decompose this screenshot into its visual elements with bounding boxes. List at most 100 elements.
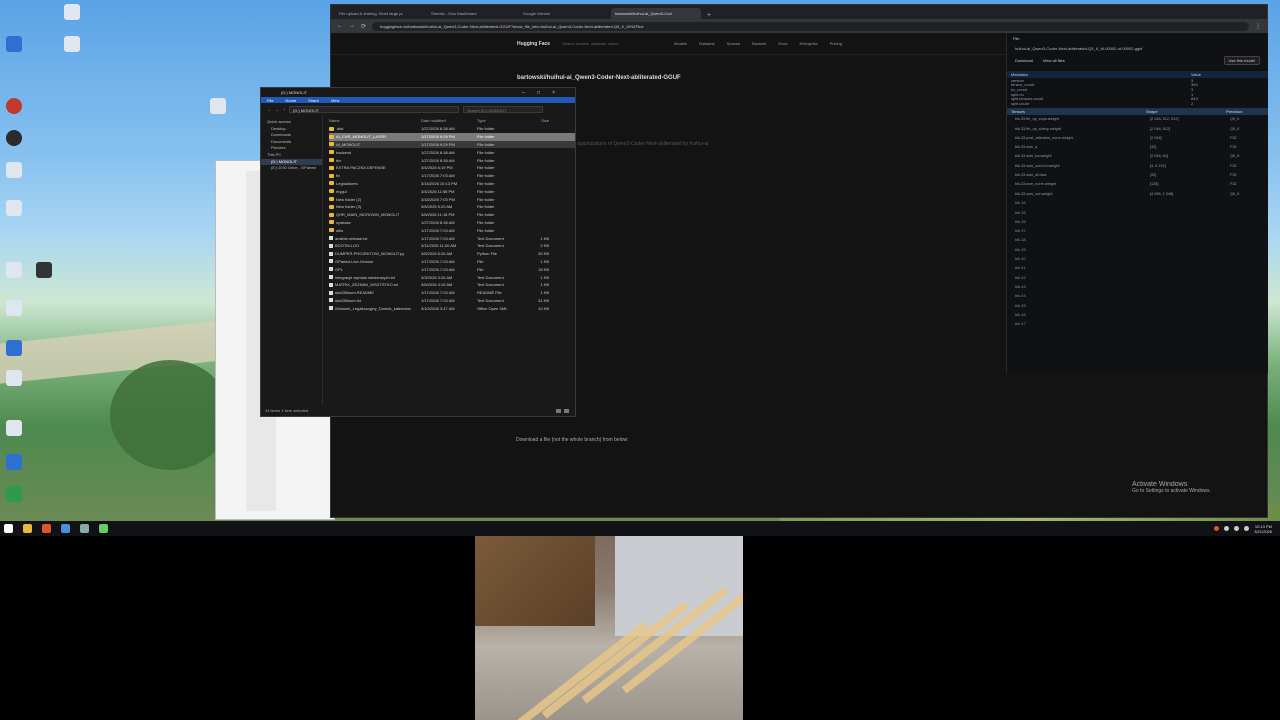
close-icon[interactable]: × bbox=[552, 90, 555, 96]
browser-tab[interactable]: Google Gemini bbox=[519, 8, 609, 19]
desktop-icon[interactable] bbox=[30, 262, 58, 278]
desktop-icon[interactable] bbox=[0, 200, 28, 216]
nav-item[interactable]: Documents bbox=[261, 139, 322, 146]
desktop-icon[interactable] bbox=[58, 36, 86, 52]
forward-icon[interactable]: → bbox=[275, 107, 279, 112]
network-icon[interactable] bbox=[1234, 526, 1240, 531]
file-row[interactable]: DUMPER-PROJEKTOW_MONOLIT.py 3/8/2026 6:26… bbox=[329, 250, 575, 258]
folder-row[interactable]: QHR_MAIN_INCROWN_MONOLIT 3/8/2026 11:16 P… bbox=[329, 211, 575, 219]
site-search-input[interactable]: Search models, datasets, users... bbox=[562, 41, 662, 46]
app2-icon[interactable] bbox=[99, 524, 108, 533]
reload-icon[interactable]: ⟳ bbox=[361, 23, 366, 30]
desktop-icon[interactable] bbox=[0, 36, 28, 52]
block-item[interactable]: blk.36 bbox=[1007, 217, 1268, 226]
address-field[interactable]: (D:) MONOLIT bbox=[289, 105, 459, 113]
nav-item[interactable]: Pictures bbox=[261, 145, 322, 152]
clock[interactable]: 10:13 PM 3/21/2026 bbox=[1254, 524, 1272, 534]
start-icon[interactable] bbox=[4, 524, 13, 533]
desktop-icon[interactable] bbox=[58, 4, 86, 20]
view-toggle[interactable] bbox=[556, 409, 569, 413]
up-icon[interactable]: ↑ bbox=[283, 107, 285, 112]
block-item[interactable]: blk.41 bbox=[1007, 263, 1268, 272]
desktop-icon[interactable] bbox=[0, 454, 28, 470]
browser-tab[interactable]: File upload & sharing. Send large pr bbox=[335, 8, 425, 19]
back-icon[interactable]: ← bbox=[337, 23, 343, 29]
repo-title[interactable]: bartowski/huihui-ai_Qwen3-Coder-Next-abl… bbox=[517, 75, 681, 81]
forward-icon[interactable]: → bbox=[349, 23, 355, 29]
folder-row[interactable]: .dist 1/27/2026 8:38 AM File folder bbox=[329, 125, 575, 133]
nav-item[interactable]: (E:) DVD Drive - GParted bbox=[261, 165, 322, 172]
block-item[interactable]: blk.42 bbox=[1007, 273, 1268, 282]
desktop-icon[interactable] bbox=[0, 130, 28, 146]
block-item[interactable]: blk.40 bbox=[1007, 254, 1268, 263]
ribbon-view[interactable]: View bbox=[331, 98, 340, 103]
folder-row[interactable]: mygui 3/4/2026 11:56 PM File folder bbox=[329, 187, 575, 195]
column-type[interactable]: Type bbox=[477, 118, 521, 123]
block-item[interactable]: blk.39 bbox=[1007, 245, 1268, 254]
site-nav-docs[interactable]: Docs bbox=[778, 41, 787, 46]
block-item[interactable]: blk.37 bbox=[1007, 226, 1268, 235]
app-icon[interactable] bbox=[80, 524, 89, 533]
block-item[interactable]: blk.43 bbox=[1007, 282, 1268, 291]
browser-tab-active[interactable]: bartowski/huihui-ai_Qwen3-Cod bbox=[611, 8, 701, 19]
column-name[interactable]: Name bbox=[329, 118, 421, 123]
use-model-button[interactable]: Use this model bbox=[1223, 56, 1260, 65]
nav-item[interactable]: Desktop bbox=[261, 126, 322, 133]
folder-row[interactable]: New folder (3) 3/6/2026 5:20 AM File folde… bbox=[329, 203, 575, 211]
brave-icon[interactable] bbox=[42, 524, 51, 533]
file-row[interactable]: BOOTM.LOG 3/11/2026 11:00 AM Text Document… bbox=[329, 242, 575, 250]
desktop-icon[interactable] bbox=[0, 486, 28, 502]
minimize-icon[interactable]: – bbox=[522, 90, 525, 96]
column-date[interactable]: Date modified bbox=[421, 118, 477, 123]
folder-row[interactable]: AI_MONOLIT 1/17/2026 9:29 PM File folder bbox=[329, 140, 575, 149]
file-row[interactable]: GParted-Live-Version 1/17/2026 7:03 AM Fil… bbox=[329, 258, 575, 266]
site-nav-pricing[interactable]: Pricing bbox=[830, 41, 842, 46]
site-logo[interactable]: Hugging Face bbox=[517, 41, 550, 47]
download-button[interactable]: Download bbox=[1015, 58, 1033, 63]
file-row[interactable]: GPL 1/17/2026 7:03 AM File 18 KB bbox=[329, 265, 575, 273]
url-field[interactable]: huggingface.co/bartowski/huihui-ai_Qwen3… bbox=[372, 21, 1249, 31]
site-nav-spaces[interactable]: Spaces bbox=[727, 41, 740, 46]
search-input[interactable]: Search (D:) MONOLIT bbox=[463, 105, 543, 113]
extensions-icon[interactable]: ⋮ bbox=[1255, 23, 1261, 30]
explorer-icon[interactable] bbox=[23, 524, 32, 533]
folder-row[interactable]: bin 1/27/2026 8:38 AM File folder bbox=[329, 156, 575, 164]
block-item[interactable]: blk.45 bbox=[1007, 301, 1268, 310]
ribbon-share[interactable]: Share bbox=[308, 98, 319, 103]
desktop-icon[interactable] bbox=[0, 98, 28, 114]
file-row[interactable]: Wniosek_Legalizacyjny_Domek_kalendarz 3/1… bbox=[329, 304, 575, 312]
column-size[interactable]: Size bbox=[521, 118, 549, 123]
folder-row[interactable]: sysbase 1/27/2026 8:38 AM File folder bbox=[329, 219, 575, 227]
folder-row[interactable]: backend 1/27/2026 8:38 AM File folder bbox=[329, 148, 575, 156]
tray-icon[interactable] bbox=[1214, 526, 1220, 531]
block-item[interactable]: blk.38 bbox=[1007, 235, 1268, 244]
folder-row[interactable]: utils 1/17/2026 7:03 AM File folder bbox=[329, 226, 575, 234]
desktop-icon[interactable] bbox=[0, 262, 28, 278]
file-row[interactable]: integracje wymian wiedzowych.txt 3/3/2026… bbox=[329, 273, 575, 281]
site-nav-models[interactable]: Models bbox=[674, 41, 687, 46]
new-tab-icon[interactable]: + bbox=[707, 12, 711, 19]
block-item[interactable]: blk.44 bbox=[1007, 291, 1268, 300]
view-files-button[interactable]: View all files bbox=[1043, 58, 1065, 63]
nav-item[interactable]: This PC bbox=[261, 152, 322, 159]
desktop-icon[interactable] bbox=[0, 370, 28, 386]
nav-item[interactable]: Quick access bbox=[261, 119, 322, 126]
file-row[interactable]: sha256sum.README 1/17/2026 7:03 AM README … bbox=[329, 289, 575, 297]
block-item[interactable]: blk.35 bbox=[1007, 208, 1268, 217]
tiles-view-icon[interactable] bbox=[564, 409, 569, 413]
tray-icon[interactable] bbox=[1224, 526, 1230, 531]
file-row[interactable]: MATRIX_ZEZNAN_WSZYSTKO.txt 3/6/2026 4:19 … bbox=[329, 281, 575, 289]
desktop-icon[interactable] bbox=[0, 162, 28, 178]
folder-row[interactable]: fix 1/17/2026 7:03 AM File folder bbox=[329, 172, 575, 180]
desktop-icon[interactable] bbox=[204, 98, 232, 114]
volume-icon[interactable] bbox=[1244, 526, 1250, 531]
details-view-icon[interactable] bbox=[556, 409, 561, 413]
block-item[interactable]: blk.46 bbox=[1007, 310, 1268, 319]
folder-row[interactable]: EXTRA PACZKA DEFENSE 3/4/2026 6:19 PM File… bbox=[329, 164, 575, 172]
folder-row[interactable]: Legislatures 3/16/2026 10:13 PM File folde… bbox=[329, 180, 575, 188]
nav-item[interactable]: (D:) MONOLIT bbox=[261, 158, 322, 166]
block-item[interactable]: blk.34 bbox=[1007, 198, 1268, 207]
site-nav-datasets[interactable]: Datasets bbox=[699, 41, 715, 46]
desktop-icon[interactable] bbox=[0, 300, 28, 316]
site-nav-buckets[interactable]: Buckets bbox=[752, 41, 766, 46]
